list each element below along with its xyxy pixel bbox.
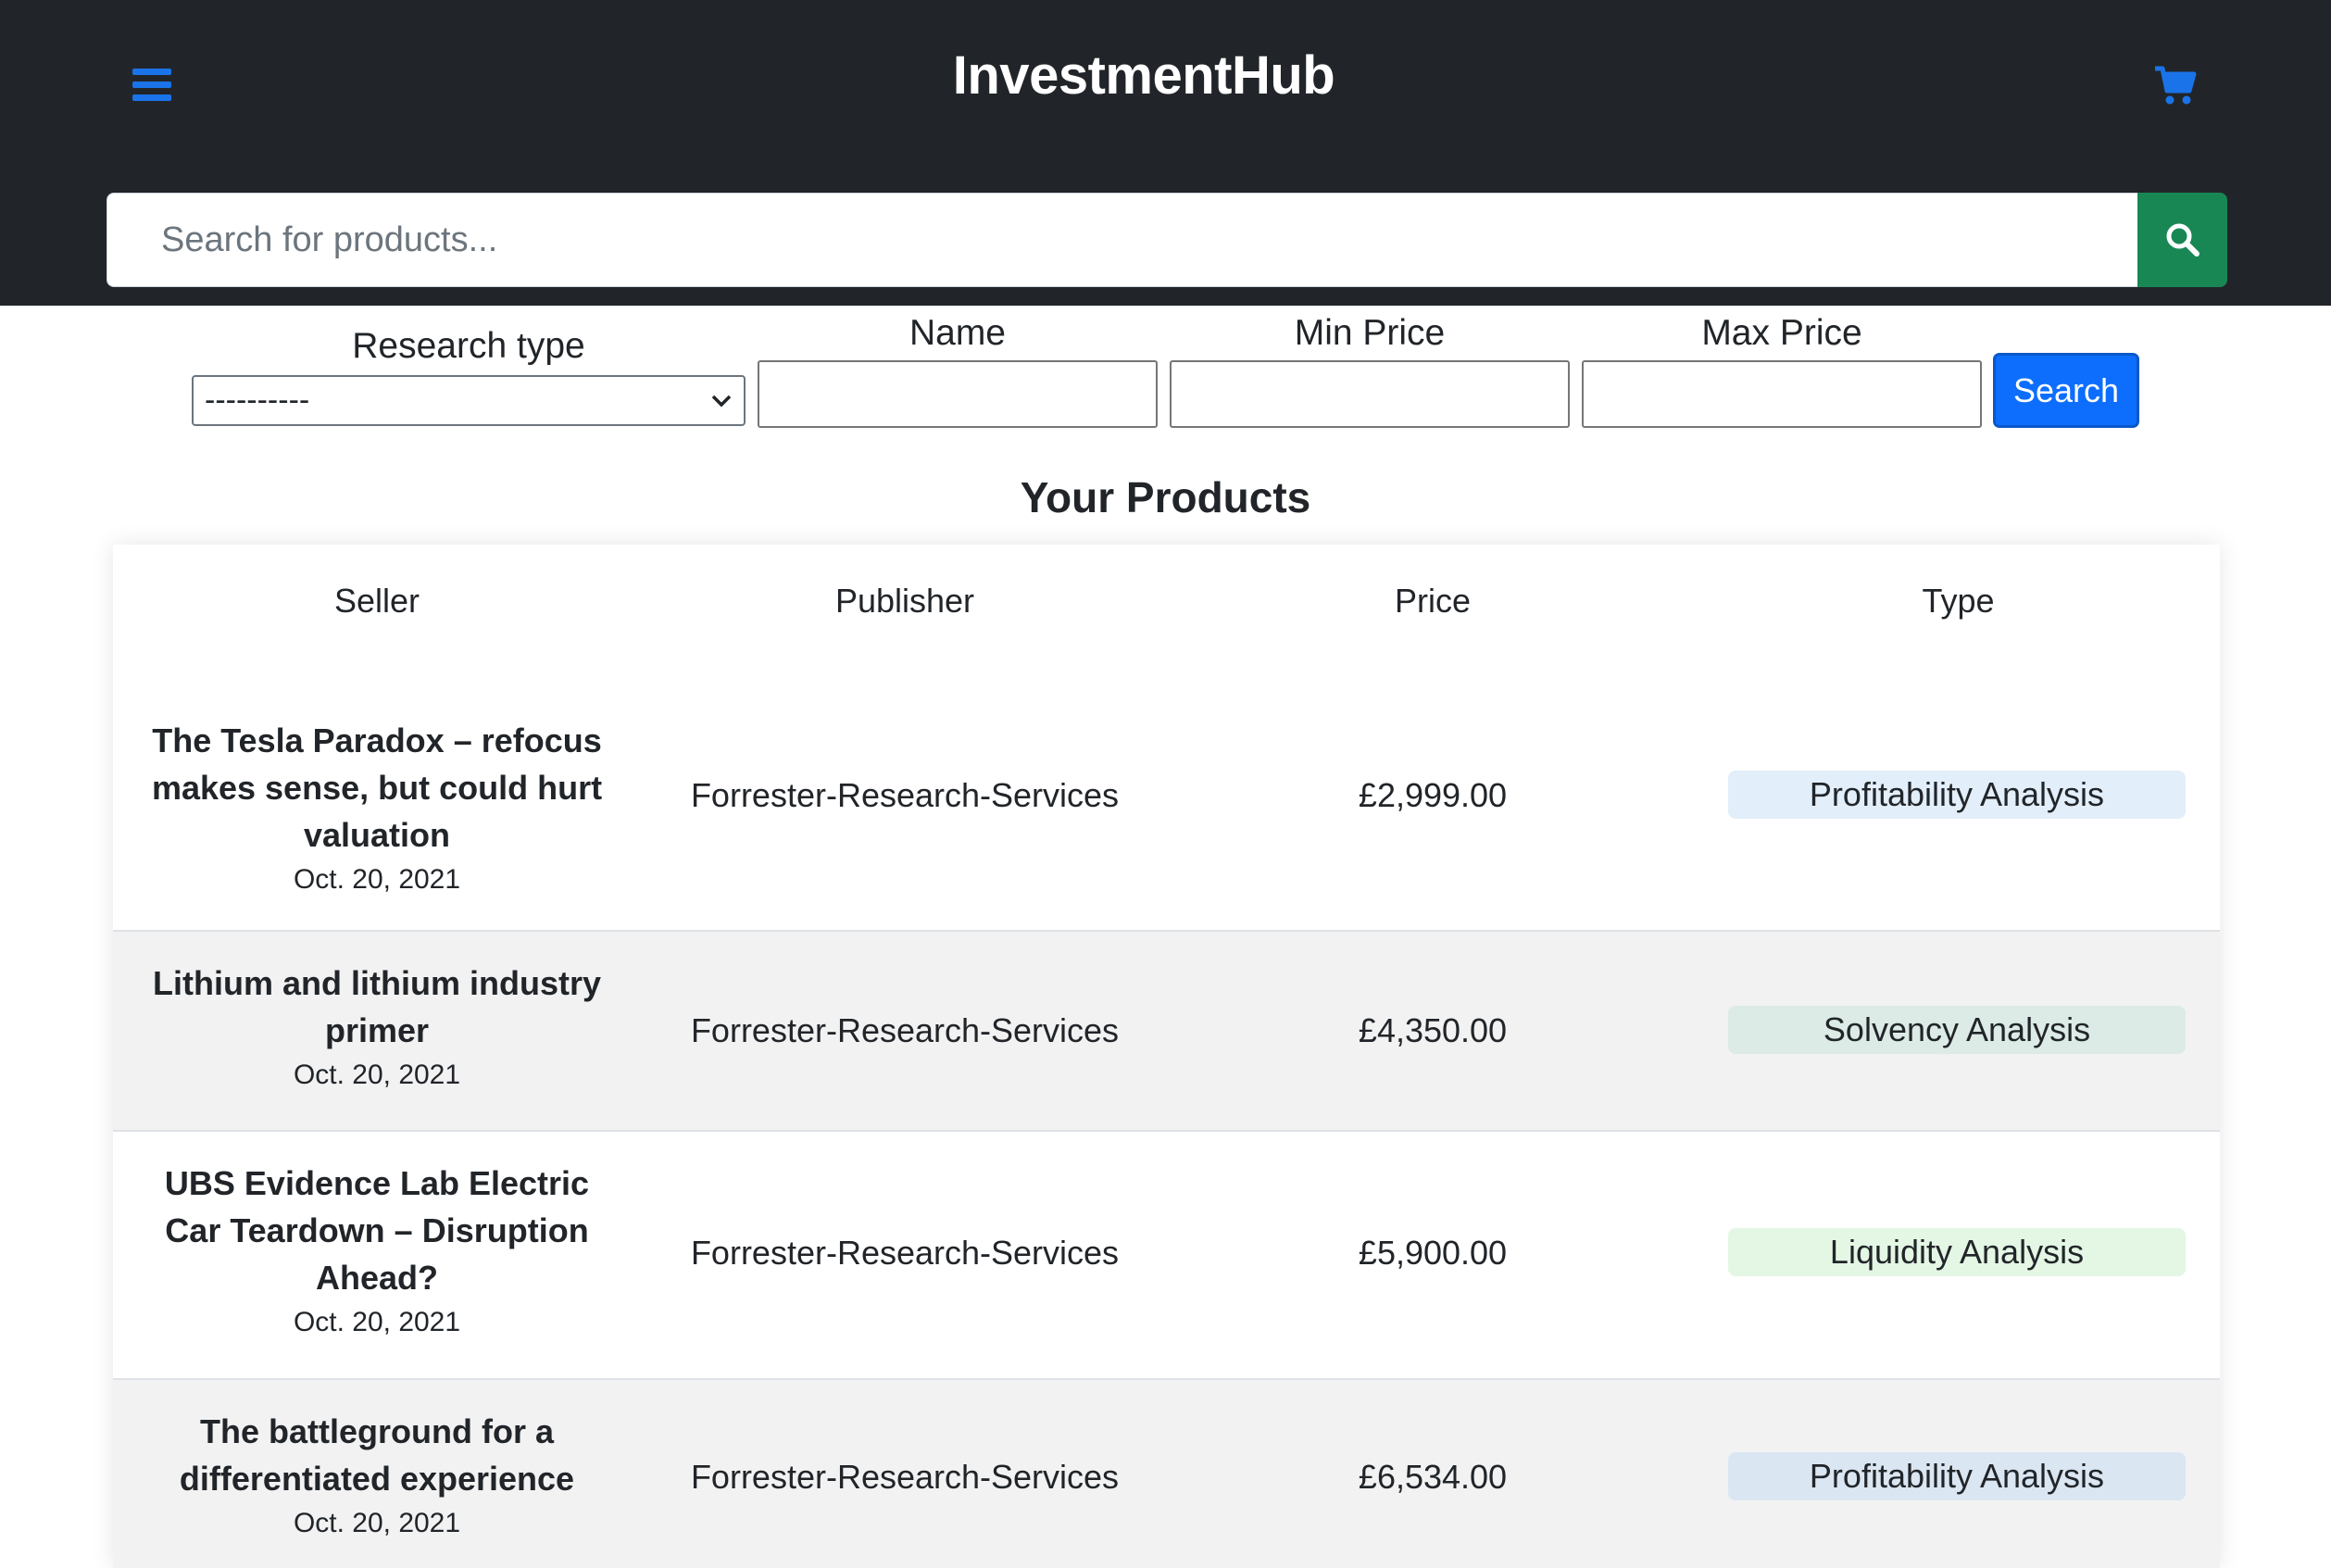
publisher-cell: Forrester-Research-Services: [690, 1011, 1120, 1049]
research-type-value: ----------: [205, 383, 310, 418]
price-cell: £5,900.00: [1358, 1234, 1508, 1272]
brand-title[interactable]: InvestmentHub: [0, 44, 2287, 107]
type-badge: Profitability Analysis: [1728, 771, 2186, 819]
search-icon: [2166, 223, 2199, 257]
search-input[interactable]: [107, 193, 2137, 287]
publisher-cell: Forrester-Research-Services: [690, 776, 1120, 814]
name-field[interactable]: [758, 360, 1158, 428]
seller-cell: UBS Evidence Lab Electric Car Teardown –…: [113, 1160, 641, 1338]
min-price-label: Min Price: [1294, 313, 1446, 353]
min-price-field[interactable]: [1170, 360, 1570, 428]
type-badge: Solvency Analysis: [1728, 1006, 2186, 1054]
product-title[interactable]: The Tesla Paradox – refocus makes sense,…: [113, 717, 641, 859]
product-date: Oct. 20, 2021: [293, 1508, 461, 1538]
table-row[interactable]: The battleground for a differentiated ex…: [113, 1378, 2220, 1568]
product-date: Oct. 20, 2021: [293, 1307, 461, 1337]
type-badge: Profitability Analysis: [1728, 1452, 2186, 1500]
price-cell: £4,350.00: [1358, 1011, 1508, 1049]
chevron-down-icon: [711, 395, 732, 407]
publisher-cell: Forrester-Research-Services: [690, 1234, 1120, 1272]
table-row[interactable]: Lithium and lithium industry primer Oct.…: [113, 930, 2220, 1130]
column-header-price: Price: [1394, 582, 1472, 620]
product-search-bar: [107, 193, 2227, 287]
page-title: Your Products: [1020, 473, 1311, 521]
max-price-label: Max Price: [1701, 313, 1862, 353]
price-cell: £2,999.00: [1358, 776, 1508, 814]
seller-cell: The battleground for a differentiated ex…: [113, 1408, 641, 1539]
research-type-select[interactable]: ----------: [192, 375, 746, 426]
product-title[interactable]: UBS Evidence Lab Electric Car Teardown –…: [113, 1160, 641, 1301]
table-row[interactable]: The Tesla Paradox – refocus makes sense,…: [113, 667, 2220, 930]
max-price-field[interactable]: [1582, 360, 1982, 428]
column-header-seller: Seller: [333, 582, 420, 620]
products-table: Seller Publisher Price Type The Tesla Pa…: [113, 545, 2220, 1568]
column-header-publisher: Publisher: [834, 582, 975, 620]
filter-search-button[interactable]: Search: [1993, 353, 2139, 428]
shopping-cart-icon[interactable]: [2153, 63, 2198, 107]
product-date: Oct. 20, 2021: [293, 864, 461, 895]
price-cell: £6,534.00: [1358, 1458, 1508, 1496]
type-badge: Liquidity Analysis: [1728, 1228, 2186, 1276]
name-label: Name: [909, 313, 1007, 353]
product-title[interactable]: The battleground for a differentiated ex…: [113, 1408, 641, 1502]
table-row[interactable]: UBS Evidence Lab Electric Car Teardown –…: [113, 1130, 2220, 1378]
seller-cell: Lithium and lithium industry primer Oct.…: [113, 960, 641, 1091]
publisher-cell: Forrester-Research-Services: [690, 1458, 1120, 1496]
top-navbar: InvestmentHub: [0, 0, 2331, 306]
search-button[interactable]: [2137, 193, 2227, 287]
research-type-label: Research type: [352, 326, 585, 366]
product-title[interactable]: Lithium and lithium industry primer: [113, 960, 641, 1054]
column-header-type: Type: [1922, 582, 1995, 620]
product-date: Oct. 20, 2021: [293, 1060, 461, 1090]
seller-cell: The Tesla Paradox – refocus makes sense,…: [113, 717, 641, 896]
